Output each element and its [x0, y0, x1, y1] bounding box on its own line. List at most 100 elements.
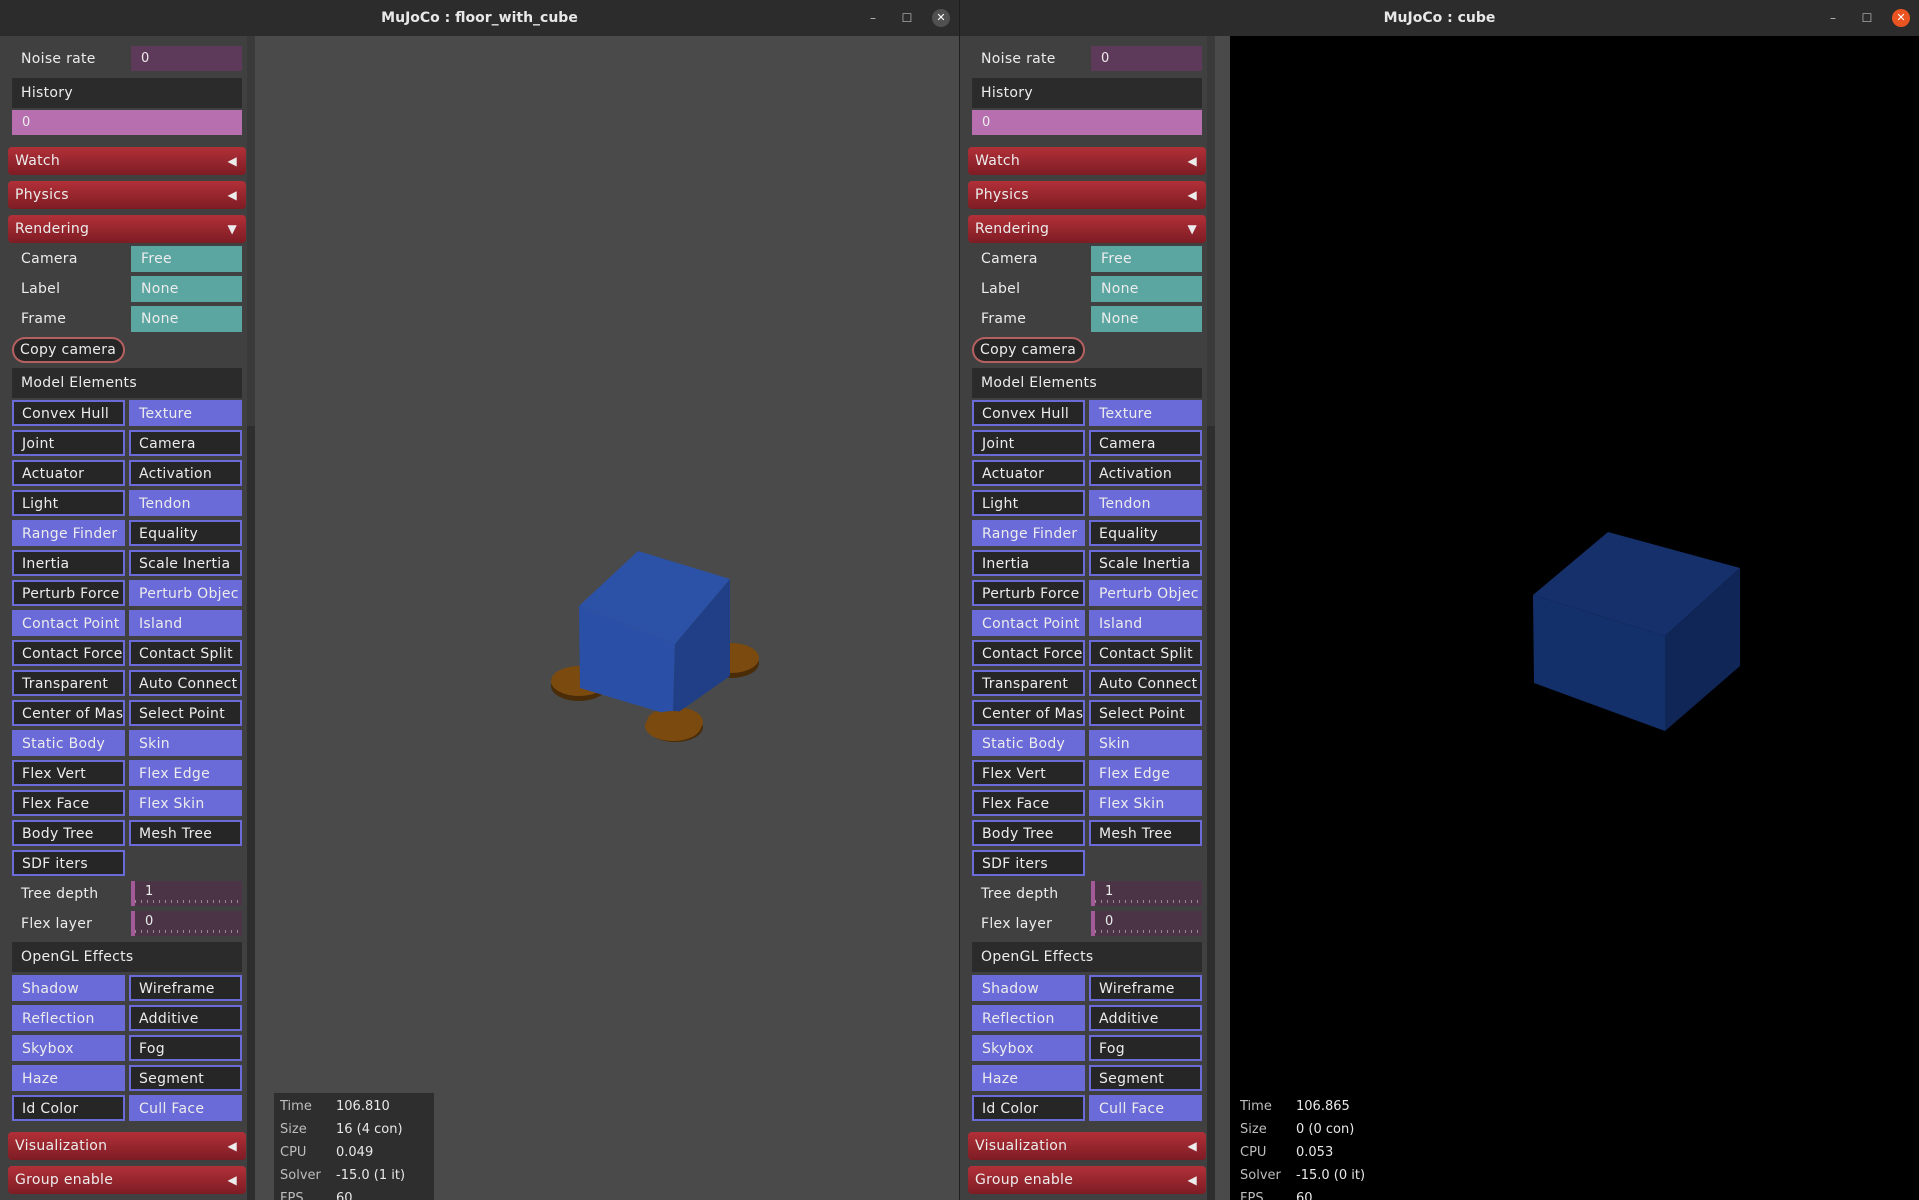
- toggle-activation[interactable]: Activation: [129, 460, 242, 486]
- toggle-inertia[interactable]: Inertia: [12, 550, 125, 576]
- toggle-shadow[interactable]: Shadow: [972, 975, 1085, 1001]
- camera-select[interactable]: Free: [131, 246, 242, 272]
- frame-select[interactable]: None: [1091, 306, 1202, 332]
- toggle-mesh-tree[interactable]: Mesh Tree: [1089, 820, 1202, 846]
- toggle-light[interactable]: Light: [12, 490, 125, 516]
- toggle-segment[interactable]: Segment: [129, 1065, 242, 1091]
- toggle-wireframe[interactable]: Wireframe: [1089, 975, 1202, 1001]
- toggle-additive[interactable]: Additive: [1089, 1005, 1202, 1031]
- history-slider[interactable]: 0: [972, 110, 1202, 135]
- toggle-perturb-objec[interactable]: Perturb Objec: [1089, 580, 1202, 606]
- physics-header[interactable]: Physics ◀: [8, 181, 246, 209]
- viewport-floor-with-cube[interactable]: Time 106.810 Size 16 (4 con) CPU 0.049 Solver -…: [270, 36, 959, 1200]
- close-icon[interactable]: ✕: [1892, 9, 1910, 27]
- label-select[interactable]: None: [131, 276, 242, 302]
- copy-camera-button[interactable]: Copy camera: [972, 337, 1085, 363]
- visualization-header[interactable]: Visualization ◀: [968, 1132, 1206, 1160]
- toggle-island[interactable]: Island: [1089, 610, 1202, 636]
- noise-rate-input[interactable]: 0: [1091, 46, 1202, 71]
- toggle-flex-vert[interactable]: Flex Vert: [972, 760, 1085, 786]
- toggle-cull-face[interactable]: Cull Face: [129, 1095, 242, 1121]
- toggle-fog[interactable]: Fog: [129, 1035, 242, 1061]
- toggle-scale-inertia[interactable]: Scale Inertia: [129, 550, 242, 576]
- watch-header[interactable]: Watch ◀: [968, 147, 1206, 175]
- toggle-center-of-mas[interactable]: Center of Mas: [12, 700, 125, 726]
- toggle-equality[interactable]: Equality: [1089, 520, 1202, 546]
- rendering-header[interactable]: Rendering ▼: [8, 215, 246, 243]
- physics-header[interactable]: Physics ◀: [968, 181, 1206, 209]
- toggle-reflection[interactable]: Reflection: [12, 1005, 125, 1031]
- toggle-skin[interactable]: Skin: [129, 730, 242, 756]
- toggle-joint[interactable]: Joint: [12, 430, 125, 456]
- toggle-joint[interactable]: Joint: [972, 430, 1085, 456]
- toggle-perturb-force[interactable]: Perturb Force: [12, 580, 125, 606]
- scrollbar-thumb[interactable]: [1207, 426, 1215, 1200]
- toggle-contact-point[interactable]: Contact Point: [12, 610, 125, 636]
- toggle-contact-split[interactable]: Contact Split: [1089, 640, 1202, 666]
- watch-header[interactable]: Watch ◀: [8, 147, 246, 175]
- toggle-static-body[interactable]: Static Body: [12, 730, 125, 756]
- history-slider[interactable]: 0: [12, 110, 242, 135]
- visualization-header[interactable]: Visualization ◀: [8, 1132, 246, 1160]
- toggle-tendon[interactable]: Tendon: [129, 490, 242, 516]
- group-enable-header[interactable]: Group enable ◀: [968, 1166, 1206, 1194]
- toggle-select-point[interactable]: Select Point: [129, 700, 242, 726]
- toggle-equality[interactable]: Equality: [129, 520, 242, 546]
- toggle-perturb-force[interactable]: Perturb Force: [972, 580, 1085, 606]
- toggle-inertia[interactable]: Inertia: [972, 550, 1085, 576]
- toggle-camera[interactable]: Camera: [1089, 430, 1202, 456]
- rendering-header[interactable]: Rendering ▼: [968, 215, 1206, 243]
- toggle-wireframe[interactable]: Wireframe: [129, 975, 242, 1001]
- toggle-skybox[interactable]: Skybox: [12, 1035, 125, 1061]
- toggle-light[interactable]: Light: [972, 490, 1085, 516]
- toggle-flex-skin[interactable]: Flex Skin: [1089, 790, 1202, 816]
- copy-camera-button[interactable]: Copy camera: [12, 337, 125, 363]
- toggle-activation[interactable]: Activation: [1089, 460, 1202, 486]
- maximize-icon[interactable]: ☐: [898, 9, 916, 27]
- toggle-cull-face[interactable]: Cull Face: [1089, 1095, 1202, 1121]
- toggle-body-tree[interactable]: Body Tree: [972, 820, 1085, 846]
- toggle-island[interactable]: Island: [129, 610, 242, 636]
- toggle-id-color[interactable]: Id Color: [972, 1095, 1085, 1121]
- toggle-flex-edge[interactable]: Flex Edge: [1089, 760, 1202, 786]
- toggle-texture[interactable]: Texture: [129, 400, 242, 426]
- panel-scrollbar[interactable]: [1207, 36, 1215, 1200]
- viewport-cube[interactable]: Time 106.865 Size 0 (0 con) CPU 0.053 Solver -1…: [1230, 36, 1919, 1200]
- toggle-transparent[interactable]: Transparent: [12, 670, 125, 696]
- toggle-flex-vert[interactable]: Flex Vert: [12, 760, 125, 786]
- toggle-haze[interactable]: Haze: [972, 1065, 1085, 1091]
- minimize-icon[interactable]: –: [864, 9, 882, 27]
- toggle-flex-edge[interactable]: Flex Edge: [129, 760, 242, 786]
- toggle-convex-hull[interactable]: Convex Hull: [972, 400, 1085, 426]
- toggle-camera[interactable]: Camera: [129, 430, 242, 456]
- toggle-contact-split[interactable]: Contact Split: [129, 640, 242, 666]
- toggle-actuator[interactable]: Actuator: [12, 460, 125, 486]
- toggle-range-finder[interactable]: Range Finder: [12, 520, 125, 546]
- scrollbar-thumb[interactable]: [247, 426, 255, 1200]
- toggle-additive[interactable]: Additive: [129, 1005, 242, 1031]
- panel-scrollbar[interactable]: [247, 36, 255, 1200]
- close-icon[interactable]: ✕: [932, 9, 950, 27]
- toggle-shadow[interactable]: Shadow: [12, 975, 125, 1001]
- toggle-center-of-mas[interactable]: Center of Mas: [972, 700, 1085, 726]
- toggle-range-finder[interactable]: Range Finder: [972, 520, 1085, 546]
- toggle-transparent[interactable]: Transparent: [972, 670, 1085, 696]
- flex-layer-slider[interactable]: 0: [1091, 911, 1202, 936]
- toggle-segment[interactable]: Segment: [1089, 1065, 1202, 1091]
- toggle-mesh-tree[interactable]: Mesh Tree: [129, 820, 242, 846]
- toggle-contact-point[interactable]: Contact Point: [972, 610, 1085, 636]
- toggle-actuator[interactable]: Actuator: [972, 460, 1085, 486]
- toggle-flex-skin[interactable]: Flex Skin: [129, 790, 242, 816]
- group-enable-header[interactable]: Group enable ◀: [8, 1166, 246, 1194]
- toggle-convex-hull[interactable]: Convex Hull: [12, 400, 125, 426]
- toggle-id-color[interactable]: Id Color: [12, 1095, 125, 1121]
- toggle-flex-face[interactable]: Flex Face: [12, 790, 125, 816]
- noise-rate-input[interactable]: 0: [131, 46, 242, 71]
- toggle-skybox[interactable]: Skybox: [972, 1035, 1085, 1061]
- toggle-body-tree[interactable]: Body Tree: [12, 820, 125, 846]
- toggle-contact-force[interactable]: Contact Force: [972, 640, 1085, 666]
- toggle-texture[interactable]: Texture: [1089, 400, 1202, 426]
- frame-select[interactable]: None: [131, 306, 242, 332]
- tree-depth-slider[interactable]: 1: [1091, 881, 1202, 906]
- toggle-static-body[interactable]: Static Body: [972, 730, 1085, 756]
